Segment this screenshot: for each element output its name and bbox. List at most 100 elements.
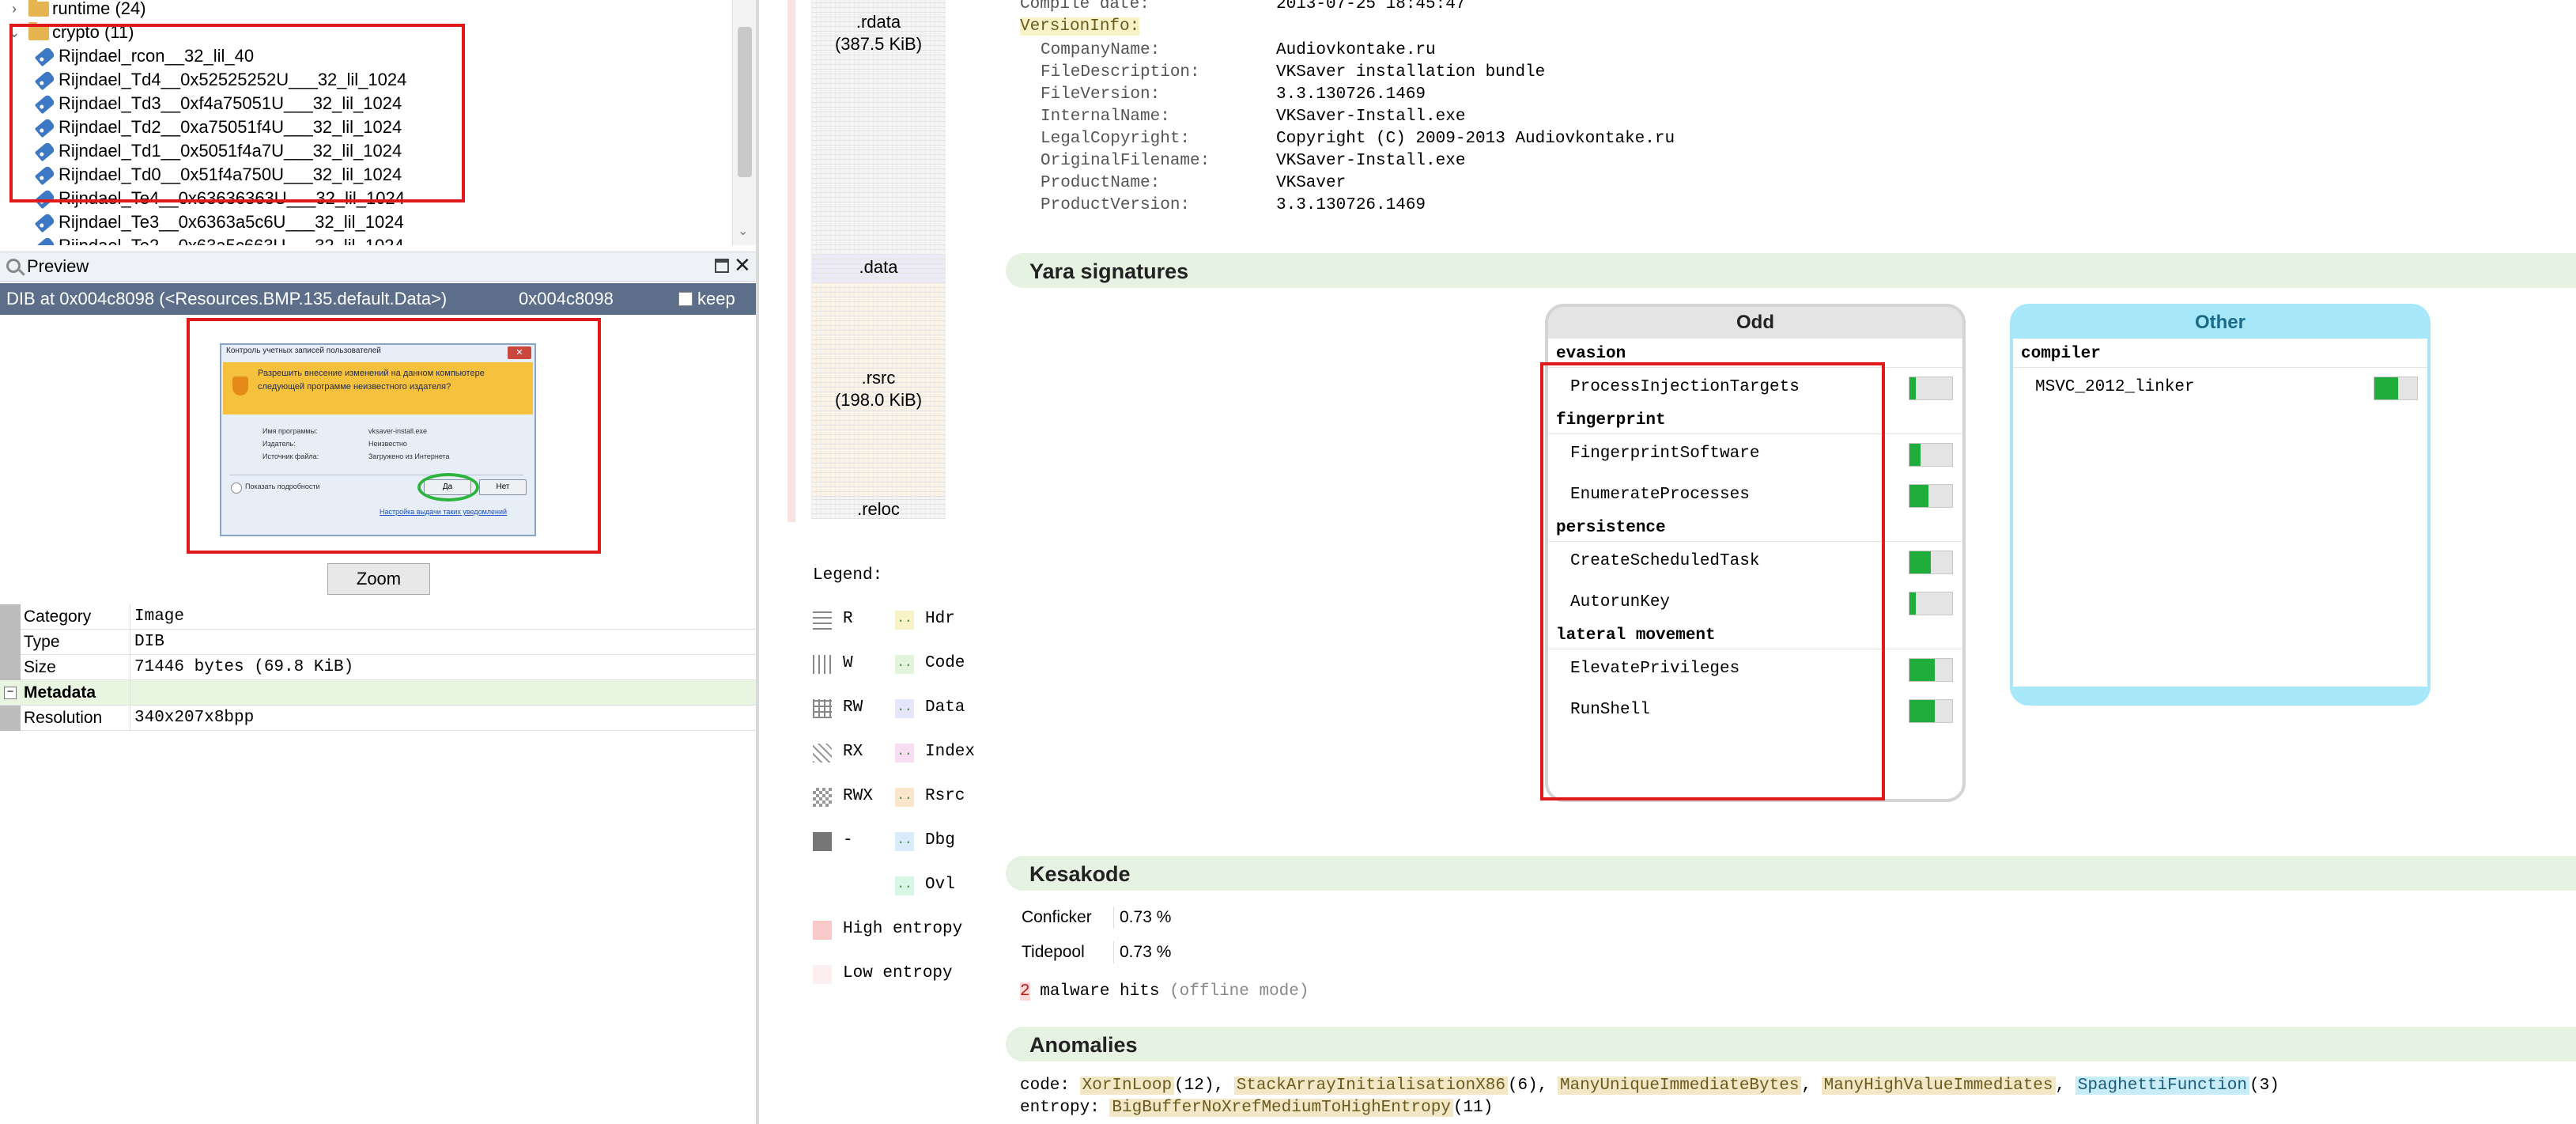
tree-scrollbar-thumb[interactable] bbox=[738, 27, 752, 177]
section-label: .data bbox=[859, 257, 898, 277]
legend-type-swatch: .. bbox=[895, 832, 914, 851]
yara-divider bbox=[2013, 367, 2427, 368]
legend-pattern-swatch bbox=[813, 655, 832, 674]
version-info-key: InternalName: bbox=[1041, 108, 1170, 126]
property-gutter bbox=[0, 706, 21, 731]
yara-score-meter bbox=[1909, 592, 1953, 615]
chevron-right-icon[interactable]: › bbox=[6, 0, 22, 21]
version-info-value: VKSaver installation bundle bbox=[1276, 63, 1546, 81]
property-key: Metadata bbox=[24, 683, 96, 702]
property-gutter bbox=[0, 630, 21, 655]
zoom-button[interactable]: Zoom bbox=[327, 563, 430, 595]
property-key: Category bbox=[24, 607, 92, 626]
legend-label: RX bbox=[843, 743, 863, 761]
version-info-value: 3.3.130726.1469 bbox=[1276, 196, 1426, 214]
property-key: Resolution bbox=[24, 709, 103, 727]
legend-pattern-swatch bbox=[813, 699, 832, 718]
yara-other-title: Other bbox=[2013, 307, 2427, 339]
yara-score-meter bbox=[1909, 484, 1953, 508]
anomaly-token[interactable]: ManyHighValueImmediates bbox=[1821, 1077, 2056, 1095]
yara-category: evasion bbox=[1556, 345, 1626, 363]
yara-other-box: Other compiler MSVC_2012_linker bbox=[2010, 304, 2431, 706]
tree-label: Rijndael_Te3__0x6363a5c6U___32_lil_1024 bbox=[59, 212, 404, 232]
kesakode-value: 0.73 % bbox=[1120, 943, 1172, 961]
yara-score-meter bbox=[1909, 443, 1953, 467]
legend-pattern-swatch bbox=[813, 744, 832, 763]
anomaly-token[interactable]: StackArrayInitialisationX86 bbox=[1233, 1077, 1508, 1095]
yara-category: compiler bbox=[2021, 345, 2101, 363]
maximize-icon[interactable] bbox=[715, 259, 729, 273]
anomaly-key: code: bbox=[1020, 1077, 1080, 1095]
kesakode-name: Conficker bbox=[1022, 908, 1092, 926]
kesakode-name: Tidepool bbox=[1022, 943, 1085, 961]
property-value: Image bbox=[134, 607, 185, 626]
yara-score-meter bbox=[1909, 377, 1953, 400]
yara-score-meter bbox=[1909, 699, 1953, 723]
property-row: Category Image bbox=[0, 604, 756, 630]
yara-score-fill bbox=[1909, 551, 1931, 573]
version-info-value: 3.3.130726.1469 bbox=[1276, 85, 1426, 104]
entropy-strip bbox=[788, 0, 795, 522]
legend-label: RWX bbox=[843, 787, 873, 805]
legend-title: Legend: bbox=[813, 566, 883, 585]
anomaly-separator: , bbox=[1801, 1077, 1822, 1095]
yara-title: Yara signatures bbox=[1029, 259, 1189, 283]
version-info-key: FileVersion: bbox=[1041, 85, 1161, 104]
yara-rule[interactable]: MSVC_2012_linker bbox=[2035, 378, 2195, 396]
legend-type-swatch: .. bbox=[895, 788, 914, 807]
property-row: Resolution 340x207x8bpp bbox=[0, 706, 756, 731]
yara-other-footer bbox=[2013, 687, 2427, 702]
preview-title: Preview bbox=[27, 256, 89, 276]
hits-mode: (offline mode) bbox=[1169, 982, 1309, 1001]
version-info-key: ProductName: bbox=[1041, 174, 1161, 192]
legend-label: Code bbox=[925, 654, 965, 672]
anomaly-token[interactable]: XorInLoop bbox=[1079, 1077, 1175, 1095]
report-pane: Compile date: 2013-07-25 18:45:47 Versio… bbox=[996, 0, 2576, 1124]
tag-icon bbox=[34, 212, 56, 233]
anomalies-section-header: Anomalies bbox=[1006, 1027, 2576, 1062]
tree-folder[interactable]: › runtime (24) bbox=[0, 0, 727, 21]
version-info-key: LegalCopyright: bbox=[1041, 130, 1191, 148]
legend-label: R bbox=[843, 610, 853, 628]
tag-icon bbox=[34, 236, 56, 245]
anomalies-title: Anomalies bbox=[1029, 1033, 1138, 1057]
resource-bar: DIB at 0x004c8098 (<Resources.BMP.135.de… bbox=[0, 283, 756, 315]
legend-label: Hdr bbox=[925, 610, 955, 628]
preview-header: Preview ✕ bbox=[0, 252, 756, 282]
property-gutter bbox=[0, 604, 21, 630]
tree-scrollbar[interactable]: ⌄ bbox=[732, 0, 756, 245]
yara-score-meter bbox=[1909, 551, 1953, 574]
anomaly-token[interactable]: ManyUniqueImmediateBytes bbox=[1557, 1077, 1802, 1095]
anomaly-count: (12) bbox=[1174, 1077, 1214, 1095]
compile-date-key: Compile date: bbox=[1020, 0, 1150, 13]
anomaly-token[interactable]: SpaghettiFunction bbox=[2075, 1077, 2249, 1095]
close-icon[interactable]: ✕ bbox=[734, 253, 751, 278]
highlight-box bbox=[1540, 362, 1885, 800]
anomalies-code: code: XorInLoop (12), StackArrayInitialis… bbox=[1020, 1077, 2279, 1095]
yara-score-meter bbox=[2374, 377, 2418, 400]
version-info-value: VKSaver-Install.exe bbox=[1276, 152, 1466, 170]
hits-text: malware hits bbox=[1040, 982, 1160, 1001]
property-row: − Metadata bbox=[0, 680, 756, 706]
property-key: Type bbox=[24, 633, 60, 651]
legend-type-swatch: .. bbox=[895, 699, 914, 718]
tree-item[interactable]: Rijndael_Te2__0x63a5c663U___32_lil_1024 bbox=[0, 234, 727, 245]
tree-item[interactable]: Rijndael_Te3__0x6363a5c6U___32_lil_1024 bbox=[0, 210, 727, 234]
anomaly-separator: , bbox=[1537, 1077, 1558, 1095]
version-info-key: FileDescription: bbox=[1041, 63, 1200, 81]
anomaly-token[interactable]: BigBufferNoXrefMediumToHighEntropy bbox=[1109, 1099, 1453, 1117]
yara-score-fill bbox=[1909, 485, 1928, 507]
legend-label: RW bbox=[843, 698, 863, 717]
version-info-key: OriginalFilename: bbox=[1041, 152, 1211, 170]
legend-label: - bbox=[843, 831, 853, 850]
chevron-down-icon[interactable]: ⌄ bbox=[738, 223, 748, 239]
legend-type-swatch: .. bbox=[895, 655, 914, 674]
tree-label: runtime (24) bbox=[52, 0, 146, 18]
version-info-header: VersionInfo: bbox=[1020, 17, 1140, 36]
property-value: 71446 bytes (69.8 KiB) bbox=[134, 658, 354, 676]
yara-section-header: Yara signatures bbox=[1006, 253, 2576, 288]
collapse-icon[interactable]: − bbox=[4, 686, 17, 699]
keep-checkbox[interactable] bbox=[678, 292, 693, 306]
version-info-value: Audiovkontake.ru bbox=[1276, 41, 1436, 59]
version-info-key: ProductVersion: bbox=[1041, 196, 1191, 214]
